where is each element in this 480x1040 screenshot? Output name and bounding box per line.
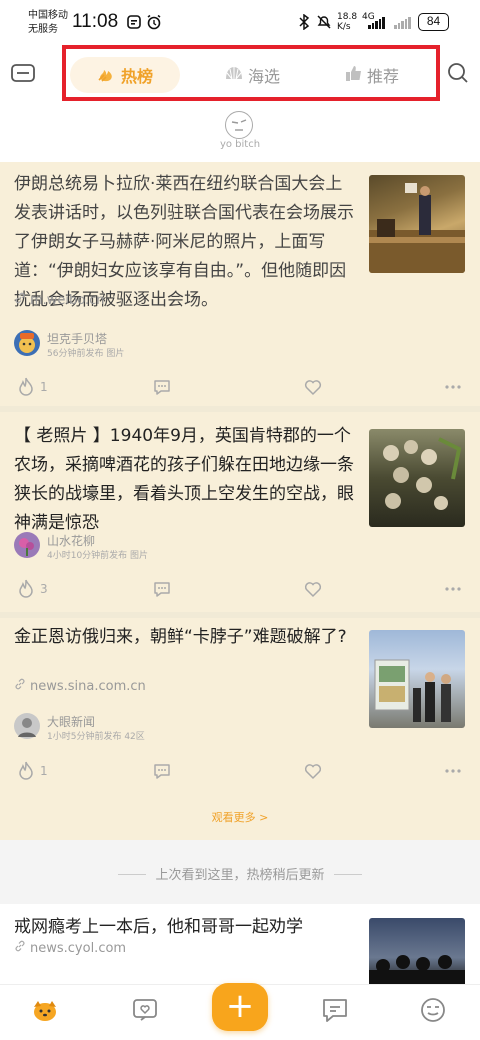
like-count: 1 xyxy=(40,380,48,394)
clock: 11:08 xyxy=(72,11,119,32)
un-assembly-photo[interactable] xyxy=(369,175,465,273)
tab-selection-label: 海选 xyxy=(247,67,280,86)
card-actions: 1 xyxy=(0,758,480,788)
divider-line xyxy=(334,874,362,875)
carrier-name: 中国移动 xyxy=(28,10,68,21)
top-header: 热榜 海选 推荐 xyxy=(0,44,480,108)
children-in-trench-photo[interactable] xyxy=(369,429,465,527)
net-speed: 18.8 K/s xyxy=(337,12,357,32)
like-count: 3 xyxy=(40,582,48,596)
menu-toggle-icon[interactable] xyxy=(10,60,38,88)
shell-icon xyxy=(224,64,244,86)
service-status: 无服务 xyxy=(28,24,58,35)
post-meta: 4小时10分钟前发布 图片 xyxy=(47,551,149,561)
battery-indicator: 84 xyxy=(418,13,449,31)
flame-icon xyxy=(16,760,36,783)
bottom-tab-bar: + xyxy=(0,983,480,1040)
thumbs-up-icon xyxy=(345,64,363,86)
author-name[interactable]: 大眼新闻 xyxy=(47,713,95,730)
source-domain: news.sina.com.cn xyxy=(30,678,146,694)
card-actions: 3 xyxy=(0,576,480,606)
more-options-icon[interactable] xyxy=(444,576,462,602)
feed-card-title[interactable]: 金正恩访俄归来，朝鲜“卡脖子”难题破解了? xyxy=(14,623,354,652)
carrier-info: 中国移动 无服务 xyxy=(28,9,68,37)
feed-card-title[interactable]: 【 老照片 】1940年9月，英国肯特郡的一个农场，采摘啤酒花的孩子们躲在田地边… xyxy=(14,422,354,538)
notification-icon xyxy=(126,14,142,34)
last-seen-banner: 上次看到这里，热榜稍后更新 xyxy=(0,840,480,904)
net-speed-value: 18.8 xyxy=(337,12,358,22)
more-options-icon[interactable] xyxy=(444,374,462,400)
link-icon xyxy=(14,678,26,694)
avatar[interactable] xyxy=(14,330,40,356)
link-icon xyxy=(14,940,26,956)
search-icon[interactable] xyxy=(446,61,474,89)
feed-card[interactable]: 金正恩访俄归来，朝鲜“卡脖子”难题破解了? news.sina.com.cn 大… xyxy=(0,618,480,796)
tab-recommend-label: 推荐 xyxy=(366,67,399,86)
home-dog-icon[interactable] xyxy=(30,995,60,1025)
source-domain: m.weibo.cn xyxy=(30,292,105,308)
view-more-link[interactable]: 观看更多 > xyxy=(0,796,480,840)
like-button[interactable]: 1 xyxy=(16,374,48,400)
tab-highlight-box: 热榜 海选 推荐 xyxy=(62,45,440,101)
avatar[interactable] xyxy=(14,532,40,558)
more-options-icon[interactable] xyxy=(444,758,462,784)
feed-card[interactable]: 戒网瘾考上一本后，他和哥哥一起劝学 news.cyol.com xyxy=(0,904,480,986)
comment-icon[interactable] xyxy=(152,758,172,784)
alarm-icon xyxy=(146,14,162,34)
tab-selection[interactable]: 海选 xyxy=(202,57,302,93)
like-button[interactable]: 3 xyxy=(16,576,48,602)
flame-icon xyxy=(16,578,36,601)
smile-face-icon[interactable] xyxy=(418,995,448,1025)
like-button[interactable]: 1 xyxy=(16,758,48,784)
add-button[interactable]: + xyxy=(212,983,268,1031)
silhouettes-photo[interactable] xyxy=(369,918,465,984)
tab-hot-list[interactable]: 热榜 xyxy=(70,57,180,93)
heart-message-icon[interactable] xyxy=(130,995,160,1025)
feed-card[interactable]: 伊朗总统易卜拉欣·莱西在纽约联合国大会上发表讲话时，以色列驻联合国代表在会场展示… xyxy=(0,162,480,406)
feed-card-source[interactable]: news.sina.com.cn xyxy=(14,678,146,694)
card-actions: 1 xyxy=(0,374,480,404)
status-bar: 中国移动 无服务 11:08 18.8 K/s 4G 84 xyxy=(0,0,480,44)
link-icon xyxy=(14,292,26,308)
chat-icon[interactable] xyxy=(320,995,350,1025)
source-domain: news.cyol.com xyxy=(30,940,127,956)
signal-2-icon xyxy=(394,15,411,29)
author-info[interactable]: 山水花柳 4小时10分钟前发布 图片 xyxy=(14,532,214,561)
comment-icon[interactable] xyxy=(152,576,172,602)
feed-card-title[interactable]: 戒网瘾考上一本后，他和哥哥一起劝学 xyxy=(14,912,303,937)
post-meta: 56分钟前发布 图片 xyxy=(47,349,125,359)
comment-icon[interactable] xyxy=(152,374,172,400)
mascot-area: yo bitch xyxy=(0,108,480,162)
tab-recommend[interactable]: 推荐 xyxy=(322,57,422,93)
heart-icon[interactable] xyxy=(303,758,323,784)
kim-visit-photo[interactable] xyxy=(369,630,465,728)
heart-icon[interactable] xyxy=(303,576,323,602)
author-name[interactable]: 山水花柳 xyxy=(47,532,95,549)
tab-hot-list-label: 热榜 xyxy=(120,67,153,86)
like-count: 1 xyxy=(40,764,48,778)
net-speed-unit: K/s xyxy=(337,22,351,32)
author-name[interactable]: 坦克手贝塔 xyxy=(47,330,107,347)
author-info[interactable]: 坦克手贝塔 56分钟前发布 图片 xyxy=(14,330,214,359)
mascot-caption: yo bitch xyxy=(219,139,261,150)
heart-icon[interactable] xyxy=(303,374,323,400)
author-info[interactable]: 大眼新闻 1小时5分钟前发布 42区 xyxy=(14,713,214,742)
avatar[interactable] xyxy=(14,713,40,739)
fire-ticket-icon xyxy=(97,63,117,87)
feed-card[interactable]: 【 老照片 】1940年9月，英国肯特郡的一个农场，采摘啤酒花的孩子们躲在田地边… xyxy=(0,412,480,612)
feed-card-source[interactable]: news.cyol.com xyxy=(14,940,126,956)
mascot-face-icon[interactable] xyxy=(225,111,253,139)
flame-icon xyxy=(16,376,36,399)
last-seen-text: 上次看到这里，热榜稍后更新 xyxy=(155,868,325,883)
bluetooth-icon xyxy=(298,13,310,34)
post-meta: 1小时5分钟前发布 42区 xyxy=(47,732,145,742)
mute-icon xyxy=(316,14,332,34)
signal-icon xyxy=(368,15,385,29)
feed-card-source[interactable]: m.weibo.cn xyxy=(14,292,105,308)
